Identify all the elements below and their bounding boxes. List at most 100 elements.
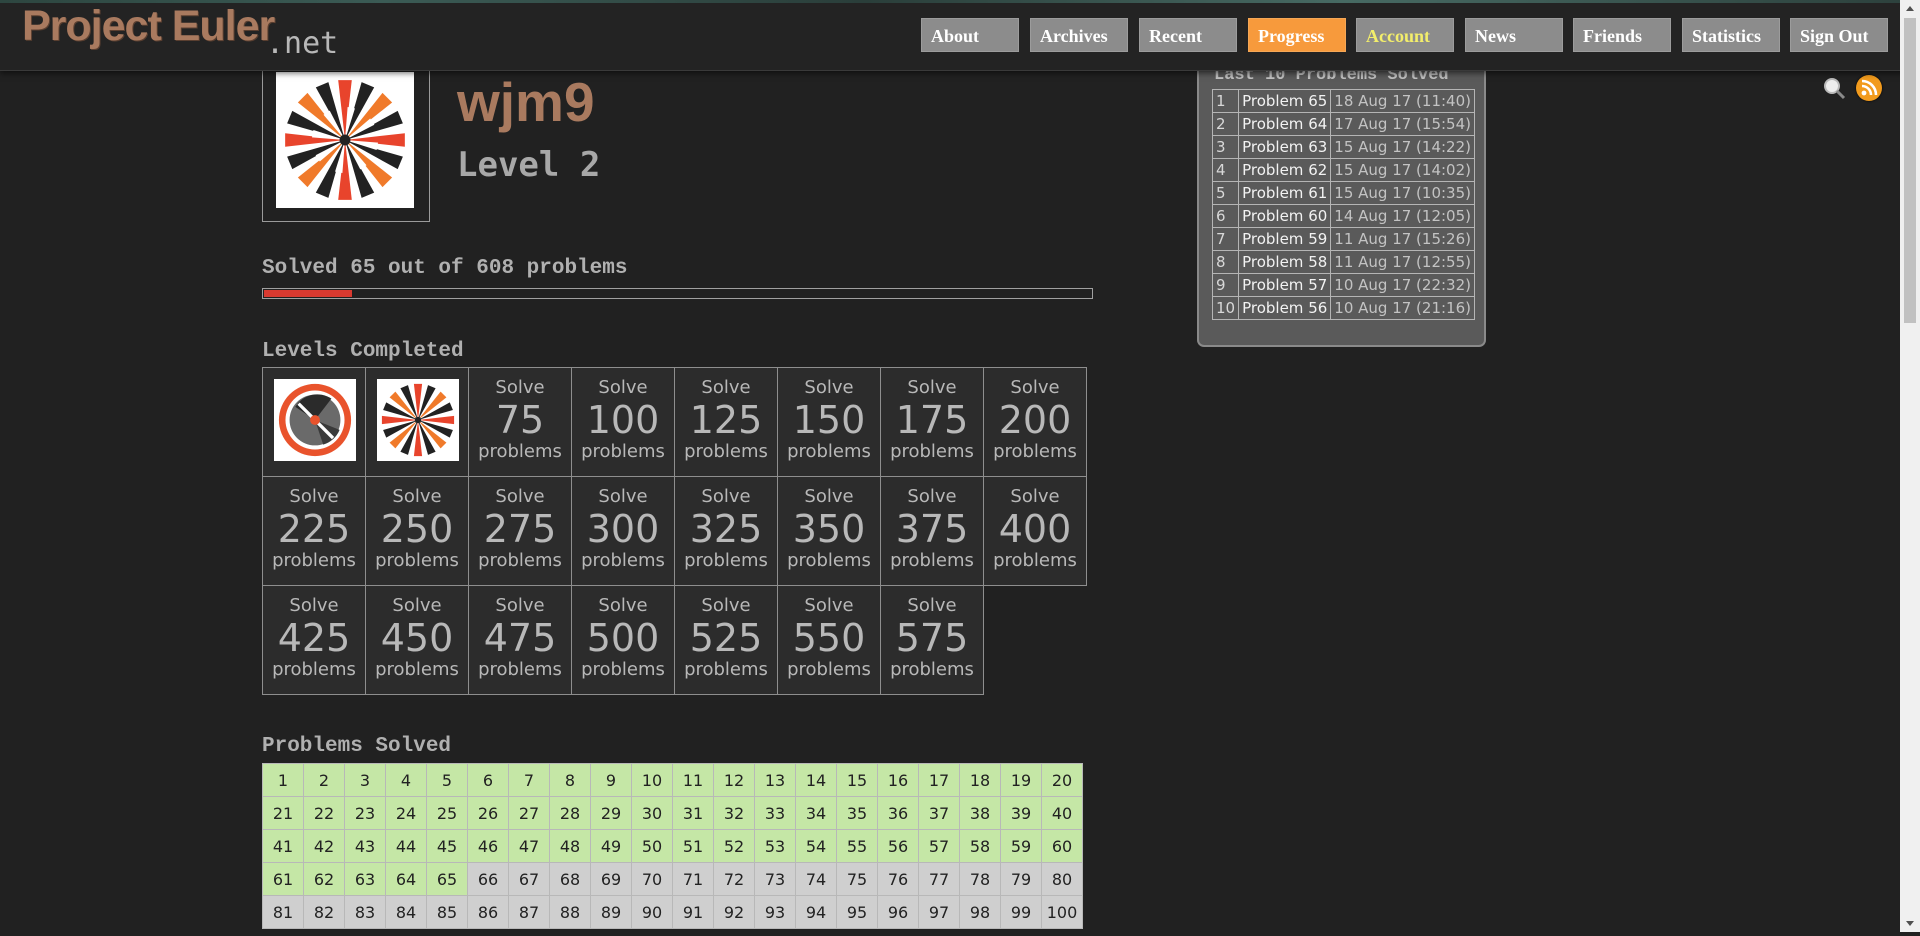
problem-cell-unsolved[interactable]: 91 [672, 895, 714, 929]
level-cell[interactable]: Solve 125 problems [675, 368, 778, 477]
nav-progress[interactable]: Progress [1248, 18, 1346, 52]
problem-cell-solved[interactable]: 61 [262, 862, 304, 896]
problem-cell-solved[interactable]: 34 [795, 796, 837, 830]
problem-cell-solved[interactable]: 10 [631, 763, 673, 797]
problem-cell-unsolved[interactable]: 68 [549, 862, 591, 896]
problem-cell-solved[interactable]: 28 [549, 796, 591, 830]
problem-cell-solved[interactable]: 22 [303, 796, 345, 830]
last-10-problem-link[interactable]: Problem 57 [1238, 273, 1332, 297]
problem-cell-unsolved[interactable]: 92 [713, 895, 755, 929]
level-cell[interactable]: Solve 175 problems [881, 368, 984, 477]
search-icon[interactable] [1821, 75, 1847, 101]
problem-cell-solved[interactable]: 52 [713, 829, 755, 863]
level-cell-completed[interactable] [366, 368, 469, 477]
problem-cell-solved[interactable]: 30 [631, 796, 673, 830]
problem-cell-solved[interactable]: 54 [795, 829, 837, 863]
scroll-down-arrow-icon[interactable] [1900, 915, 1920, 932]
problem-cell-unsolved[interactable]: 86 [467, 895, 509, 929]
nav-account[interactable]: Account [1356, 18, 1454, 52]
problem-cell-solved[interactable]: 7 [508, 763, 550, 797]
problem-cell-unsolved[interactable]: 98 [959, 895, 1001, 929]
last-10-problem-link[interactable]: Problem 58 [1238, 250, 1332, 274]
problem-cell-solved[interactable]: 36 [877, 796, 919, 830]
problem-cell-solved[interactable]: 49 [590, 829, 632, 863]
level-cell[interactable]: Solve 100 problems [572, 368, 675, 477]
nav-statistics[interactable]: Statistics [1682, 18, 1780, 52]
level-cell[interactable]: Solve 350 problems [778, 477, 881, 586]
problem-cell-solved[interactable]: 33 [754, 796, 796, 830]
nav-news[interactable]: News [1465, 18, 1563, 52]
problem-cell-solved[interactable]: 21 [262, 796, 304, 830]
problem-cell-solved[interactable]: 16 [877, 763, 919, 797]
problem-cell-solved[interactable]: 56 [877, 829, 919, 863]
problem-cell-solved[interactable]: 4 [385, 763, 427, 797]
problem-cell-unsolved[interactable]: 99 [1000, 895, 1042, 929]
problem-cell-unsolved[interactable]: 73 [754, 862, 796, 896]
level-cell[interactable]: Solve 250 problems [366, 477, 469, 586]
problem-cell-solved[interactable]: 8 [549, 763, 591, 797]
problem-cell-solved[interactable]: 62 [303, 862, 345, 896]
problem-cell-solved[interactable]: 17 [918, 763, 960, 797]
level-cell[interactable]: Solve 425 problems [263, 586, 366, 695]
level-cell[interactable]: Solve 150 problems [778, 368, 881, 477]
problem-cell-solved[interactable]: 51 [672, 829, 714, 863]
problem-cell-solved[interactable]: 11 [672, 763, 714, 797]
problem-cell-solved[interactable]: 5 [426, 763, 468, 797]
nav-about[interactable]: About [921, 18, 1019, 52]
level-cell[interactable]: Solve 300 problems [572, 477, 675, 586]
problem-cell-solved[interactable]: 15 [836, 763, 878, 797]
problem-cell-solved[interactable]: 31 [672, 796, 714, 830]
problem-cell-unsolved[interactable]: 82 [303, 895, 345, 929]
nav-archives[interactable]: Archives [1030, 18, 1128, 52]
problem-cell-unsolved[interactable]: 75 [836, 862, 878, 896]
level-cell[interactable]: Solve 575 problems [881, 586, 984, 695]
problem-cell-solved[interactable]: 35 [836, 796, 878, 830]
problem-cell-solved[interactable]: 26 [467, 796, 509, 830]
level-cell[interactable]: Solve 200 problems [984, 368, 1087, 477]
page-scrollbar[interactable] [1900, 0, 1920, 932]
problem-cell-solved[interactable]: 43 [344, 829, 386, 863]
problem-cell-solved[interactable]: 9 [590, 763, 632, 797]
problem-cell-solved[interactable]: 41 [262, 829, 304, 863]
problem-cell-solved[interactable]: 50 [631, 829, 673, 863]
problem-cell-unsolved[interactable]: 81 [262, 895, 304, 929]
problem-cell-solved[interactable]: 59 [1000, 829, 1042, 863]
problem-cell-solved[interactable]: 63 [344, 862, 386, 896]
last-10-problem-link[interactable]: Problem 63 [1238, 135, 1332, 159]
problem-cell-solved[interactable]: 45 [426, 829, 468, 863]
site-logo[interactable]: Project Euler [22, 2, 275, 51]
level-cell[interactable]: Solve 525 problems [675, 586, 778, 695]
problem-cell-solved[interactable]: 64 [385, 862, 427, 896]
problem-cell-unsolved[interactable]: 78 [959, 862, 1001, 896]
problem-cell-solved[interactable]: 60 [1041, 829, 1083, 863]
problem-cell-unsolved[interactable]: 67 [508, 862, 550, 896]
problem-cell-solved[interactable]: 24 [385, 796, 427, 830]
last-10-problem-link[interactable]: Problem 64 [1238, 112, 1332, 136]
level-cell[interactable]: Solve 325 problems [675, 477, 778, 586]
problem-cell-solved[interactable]: 25 [426, 796, 468, 830]
problem-cell-unsolved[interactable]: 77 [918, 862, 960, 896]
problem-cell-solved[interactable]: 6 [467, 763, 509, 797]
last-10-problem-link[interactable]: Problem 61 [1238, 181, 1332, 205]
problem-cell-unsolved[interactable]: 80 [1041, 862, 1083, 896]
problem-cell-solved[interactable]: 19 [1000, 763, 1042, 797]
problem-cell-unsolved[interactable]: 96 [877, 895, 919, 929]
problem-cell-unsolved[interactable]: 76 [877, 862, 919, 896]
problem-cell-unsolved[interactable]: 79 [1000, 862, 1042, 896]
level-cell[interactable]: Solve 550 problems [778, 586, 881, 695]
problem-cell-solved[interactable]: 40 [1041, 796, 1083, 830]
problem-cell-unsolved[interactable]: 93 [754, 895, 796, 929]
problem-cell-solved[interactable]: 37 [918, 796, 960, 830]
level-cell[interactable]: Solve 400 problems [984, 477, 1087, 586]
problem-cell-unsolved[interactable]: 95 [836, 895, 878, 929]
nav-recent[interactable]: Recent [1139, 18, 1237, 52]
problem-cell-unsolved[interactable]: 70 [631, 862, 673, 896]
level-cell[interactable]: Solve 225 problems [263, 477, 366, 586]
last-10-problem-link[interactable]: Problem 56 [1238, 296, 1332, 320]
problem-cell-solved[interactable]: 48 [549, 829, 591, 863]
last-10-problem-link[interactable]: Problem 59 [1238, 227, 1332, 251]
last-10-problem-link[interactable]: Problem 65 [1238, 89, 1332, 113]
problem-cell-unsolved[interactable]: 69 [590, 862, 632, 896]
problem-cell-unsolved[interactable]: 94 [795, 895, 837, 929]
problem-cell-solved[interactable]: 27 [508, 796, 550, 830]
